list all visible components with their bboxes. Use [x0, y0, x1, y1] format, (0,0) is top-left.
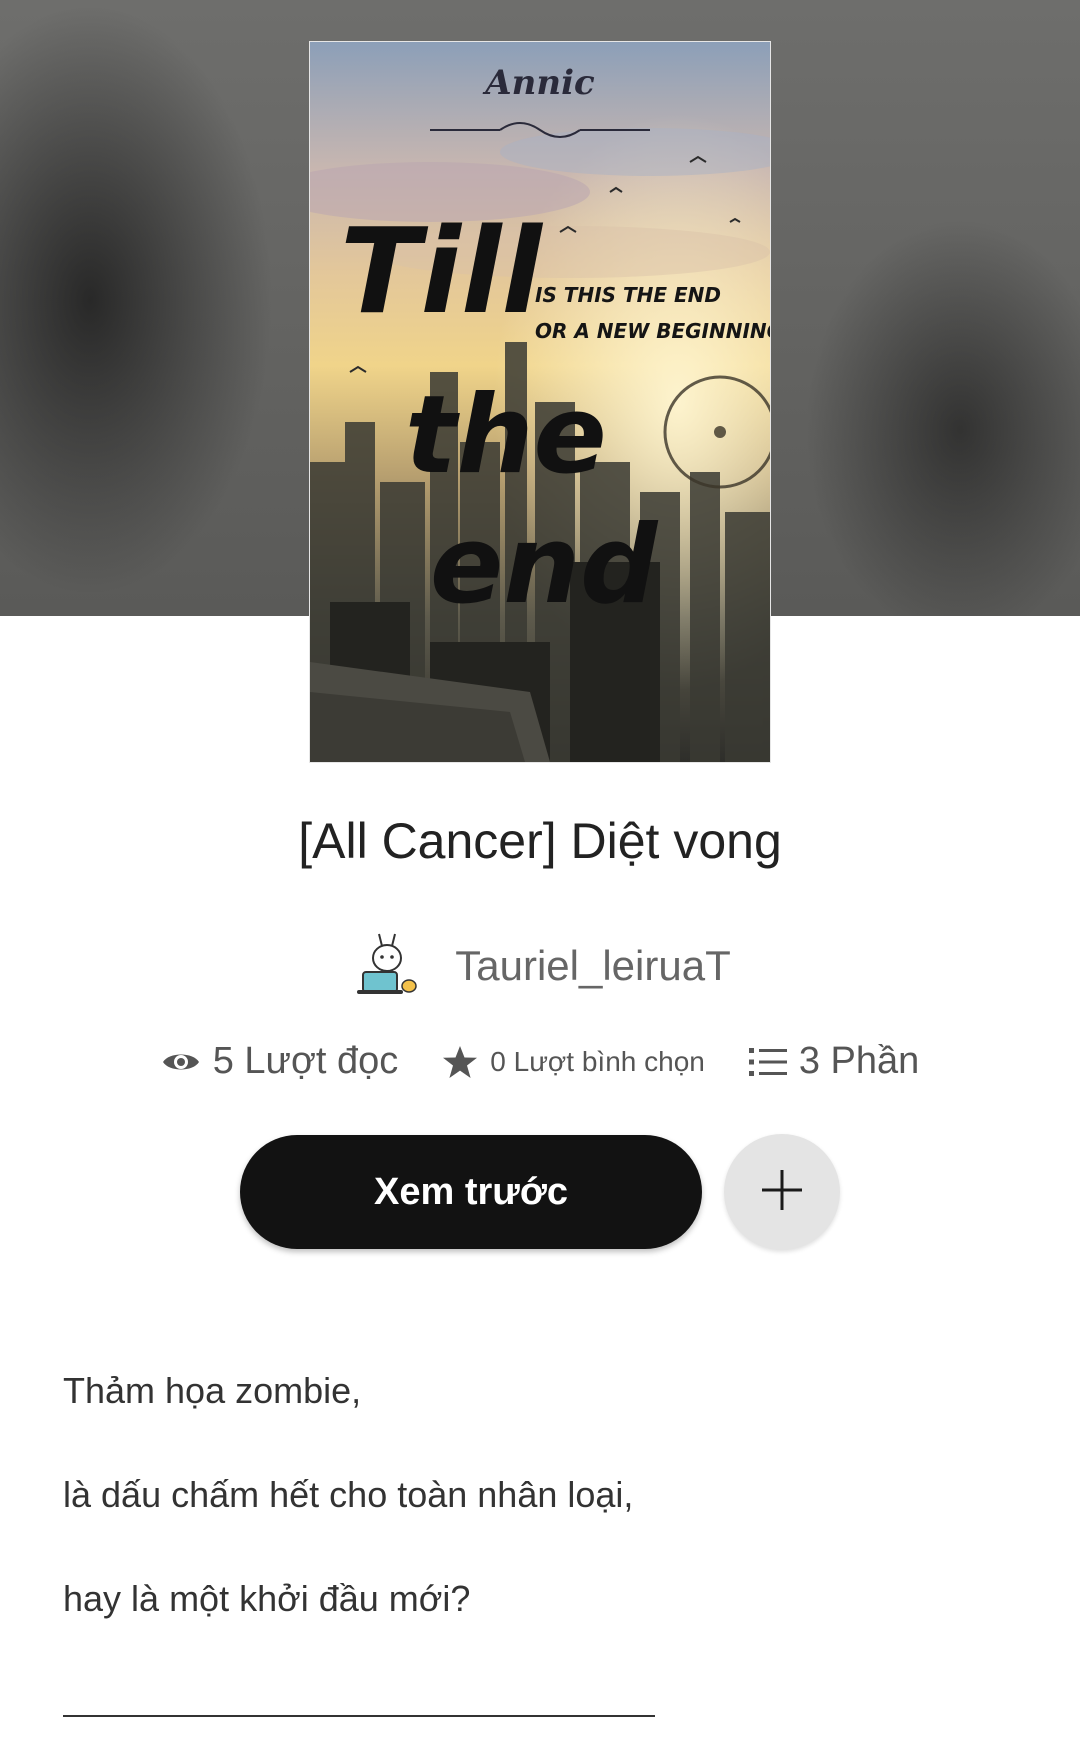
cover-tagline-line-2: OR A NEW BEGINNING?: [535, 319, 770, 343]
stat-parts: 3 Phần: [748, 1040, 920, 1083]
avatar-illustration-icon: [350, 929, 425, 1003]
description-line: là dấu chấm hết cho toàn nhân loại,: [63, 1474, 634, 1515]
cover-author-text: Annic: [482, 63, 595, 103]
author-row[interactable]: Tauriel_leiruaT: [0, 928, 1080, 1004]
story-description: Thảm họa zombie, là dấu chấm hết cho toà…: [63, 1365, 1013, 1677]
eye-icon: [161, 1048, 201, 1076]
description-divider: [63, 1715, 655, 1717]
cover-title-line-2: the: [405, 373, 607, 498]
author-name[interactable]: Tauriel_leiruaT: [455, 942, 730, 990]
plus-icon: [760, 1168, 804, 1217]
story-title: [All Cancer] Diệt vong: [298, 813, 782, 869]
stat-votes: 0 Lượt bình chọn: [442, 1045, 705, 1079]
cover-title-line-3: end: [430, 503, 659, 628]
cover-artwork: Annic Till the end IS THIS THE END OR A …: [310, 42, 770, 762]
author-avatar[interactable]: [349, 928, 425, 1004]
add-to-library-button[interactable]: [724, 1134, 840, 1250]
list-icon: [748, 1047, 787, 1077]
action-buttons: Xem trước: [240, 1134, 840, 1250]
stat-reads-label: 5 Lượt đọc: [212, 1040, 399, 1082]
stat-votes-label: 0 Lượt bình chọn: [490, 1045, 705, 1077]
cover-tagline-line-1: IS THIS THE END: [535, 283, 721, 307]
description-line: hay là một khởi đầu mới?: [63, 1578, 471, 1619]
cover-title-line-1: Till: [340, 202, 543, 340]
stat-reads: 5 Lượt đọc: [161, 1040, 399, 1083]
preview-button[interactable]: Xem trước: [240, 1135, 702, 1249]
stat-parts-label: 3 Phần: [798, 1040, 920, 1082]
story-stats: 5 Lượt đọc 0 Lượt bình chọn 3 Phần: [0, 1040, 1080, 1083]
story-cover[interactable]: Annic Till the end IS THIS THE END OR A …: [309, 41, 771, 763]
description-line: Thảm họa zombie,: [63, 1370, 362, 1411]
star-icon: [442, 1045, 478, 1079]
